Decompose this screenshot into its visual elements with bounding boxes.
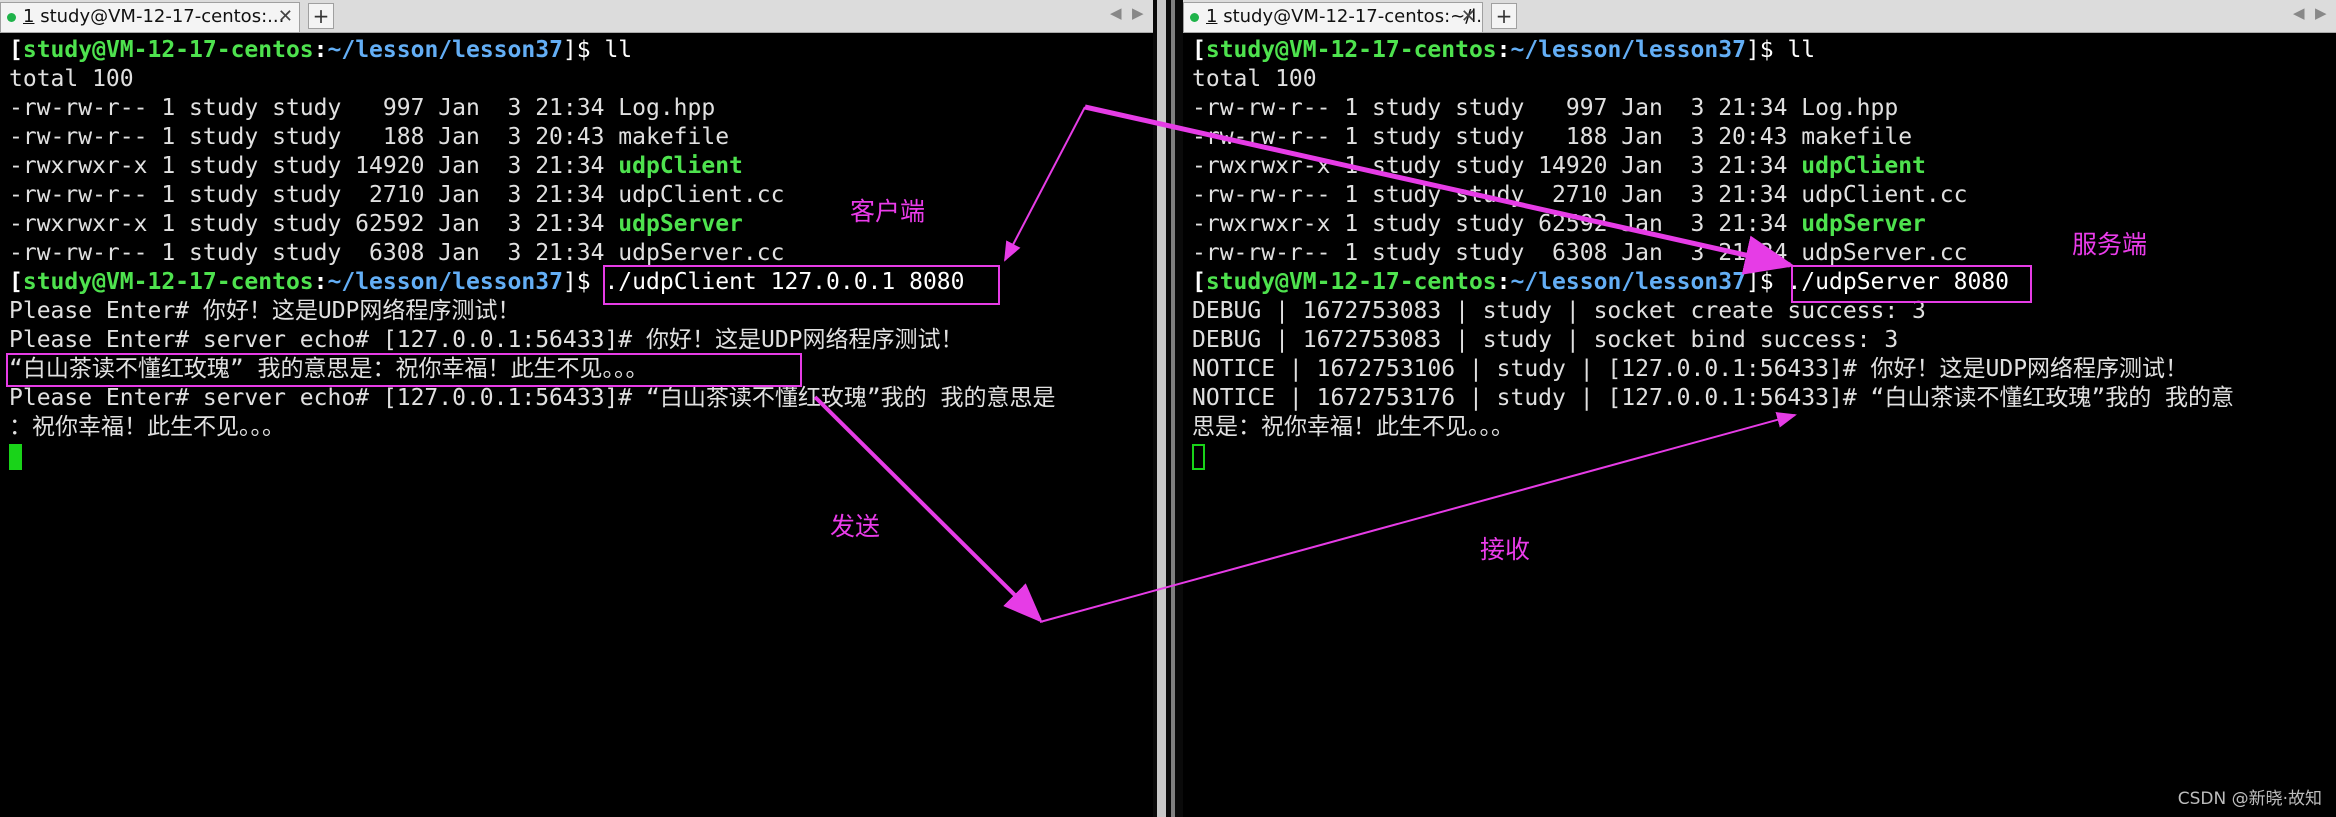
annotation-arrows: [813, 104, 1797, 623]
arrow-to-server-command: [1084, 104, 1795, 275]
label-send: 发送: [830, 512, 881, 541]
watermark: CSDN @新晓·故知: [2177, 789, 2322, 809]
label-receive: 接收: [1480, 535, 1531, 564]
label-client: 客户端: [850, 197, 926, 226]
arrow-to-client-command: [1004, 106, 1086, 262]
label-server: 服务端: [2072, 230, 2148, 259]
arrow-receive: [1039, 412, 1797, 623]
